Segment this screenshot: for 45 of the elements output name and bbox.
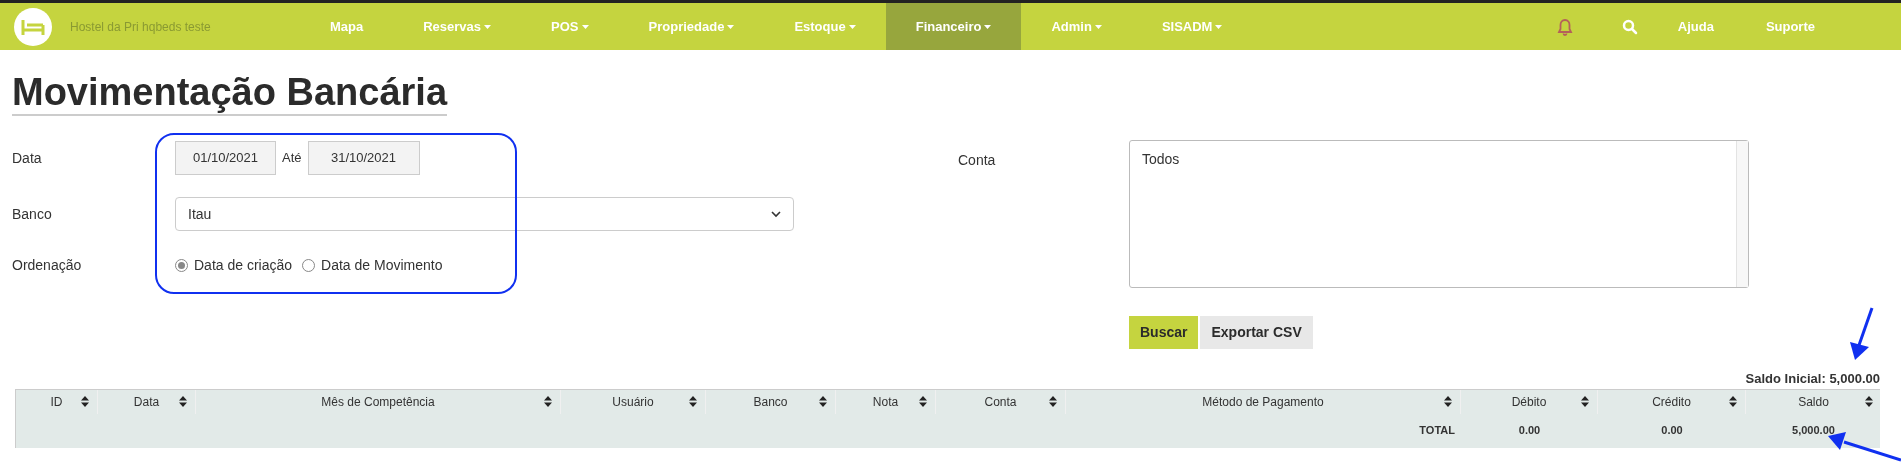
sort-icon[interactable] <box>544 395 552 407</box>
account-listbox[interactable]: Todos <box>1129 140 1749 288</box>
column-header[interactable]: Banco <box>753 392 788 411</box>
search-button[interactable]: Buscar <box>1129 316 1199 349</box>
total-label: TOTAL <box>1419 423 1455 439</box>
column-header[interactable]: Saldo <box>1798 392 1829 411</box>
page-title: Movimentação Bancária <box>12 70 448 116</box>
sort-icon[interactable] <box>179 395 187 407</box>
column-header[interactable]: Método de Pagamento <box>1202 392 1324 411</box>
column-header[interactable]: ID <box>50 392 63 411</box>
date-from-field[interactable]: 01/10/2021 <box>175 141 276 175</box>
field-label: Banco <box>12 204 53 224</box>
sort-icon[interactable] <box>919 395 927 407</box>
sort-icon[interactable] <box>1729 395 1737 407</box>
column-header[interactable]: Débito <box>1511 392 1547 411</box>
sort-icon[interactable] <box>819 395 827 407</box>
radio-label[interactable]: Data de Movimento <box>321 254 443 276</box>
field-label: Data <box>12 148 43 168</box>
column-header[interactable]: Data <box>133 392 160 411</box>
field-label: Conta <box>958 151 997 170</box>
sort-icon[interactable] <box>1049 395 1057 407</box>
sort-icon[interactable] <box>1865 395 1873 407</box>
sort-icon[interactable] <box>81 395 89 407</box>
initial-balance: Saldo Inicial: 5,000.00 <box>1745 370 1880 388</box>
column-header[interactable]: Conta <box>984 392 1017 411</box>
column-header[interactable]: Usuário <box>612 392 654 411</box>
total-value: 5,000.00 <box>1792 423 1835 439</box>
total-value: 0.00 <box>1518 423 1541 439</box>
until-label: Até <box>281 149 303 168</box>
date-to-field[interactable]: 31/10/2021 <box>307 141 420 175</box>
sort-icon[interactable] <box>1581 395 1589 407</box>
column-header[interactable]: Mês de Competência <box>321 392 435 411</box>
bell-icon[interactable] <box>1555 17 1574 36</box>
column-header[interactable]: Nota <box>872 392 899 411</box>
column-header[interactable]: Crédito <box>1652 392 1691 411</box>
field-label: Ordenação <box>12 255 83 275</box>
export-csv-button[interactable]: Exportar CSV <box>1200 316 1313 349</box>
sort-icon[interactable] <box>689 395 697 407</box>
radio-button[interactable] <box>175 258 188 272</box>
radio-label[interactable]: Data de criação <box>194 254 293 276</box>
bank-select[interactable]: Itau <box>175 197 794 231</box>
radio-button[interactable] <box>302 258 316 272</box>
chevron-down-icon <box>771 210 781 218</box>
total-value: 0.00 <box>1661 423 1683 439</box>
sort-icon[interactable] <box>1444 395 1452 407</box>
